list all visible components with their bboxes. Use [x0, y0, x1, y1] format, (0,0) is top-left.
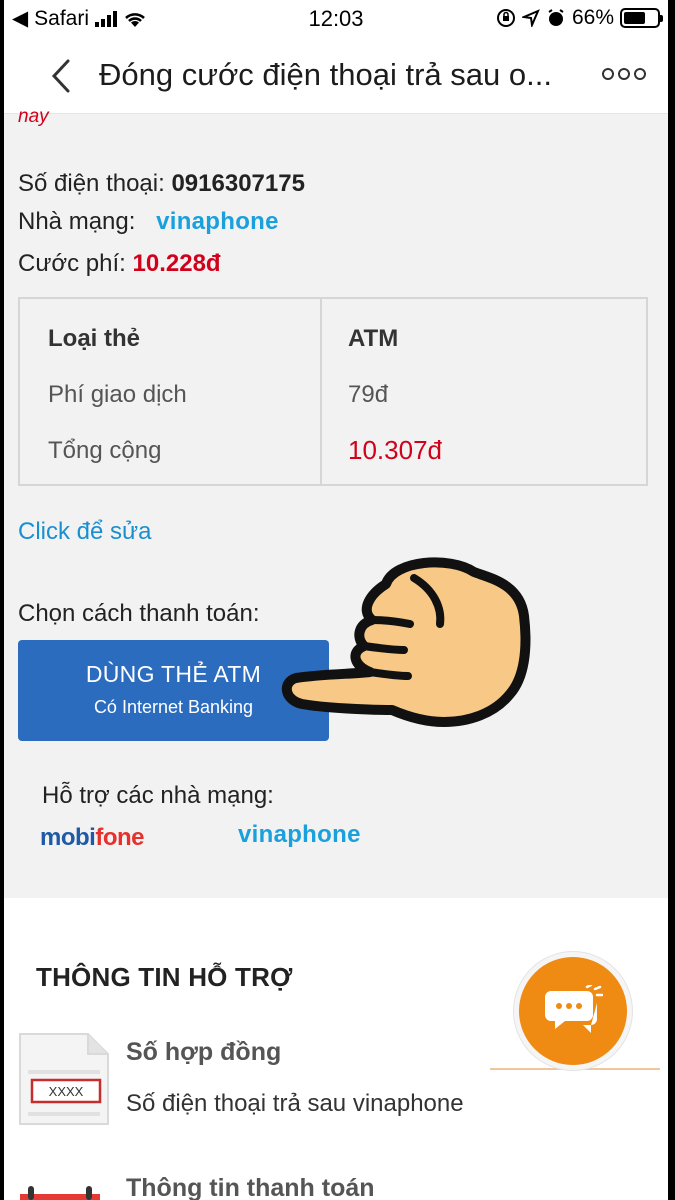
fee-line: Cước phí: 10.228đ — [18, 250, 221, 278]
svg-text:XXXX: XXXX — [49, 1084, 84, 1099]
header-card-type: Loại thẻ — [48, 325, 141, 352]
chat-bubbles-icon — [545, 985, 603, 1033]
chat-button[interactable] — [514, 952, 632, 1070]
carrier-value: vinaphone — [156, 208, 279, 235]
row-total-value: 10.307đ — [348, 435, 442, 465]
payment-info-title: Thông tin thanh toán — [126, 1174, 375, 1200]
row-fee-label: Phí giao dịch — [48, 381, 187, 408]
nav-bar: Đóng cước điện thoại trả sau o... — [4, 40, 668, 114]
more-dots-icon[interactable] — [602, 68, 646, 80]
row-total-label: Tổng cộng — [48, 437, 162, 464]
fee-value: 10.228đ — [132, 250, 221, 277]
phone-value: 0916307175 — [171, 170, 305, 197]
phone-line: Số điện thoại: 0916307175 — [18, 170, 305, 198]
contract-number-desc: Số điện thoại trả sau vinaphone — [126, 1090, 464, 1117]
back-chevron-icon[interactable] — [42, 56, 82, 96]
location-icon — [521, 9, 540, 27]
supported-carriers-label: Hỗ trợ các nhà mạng: — [42, 782, 274, 809]
calendar-icon — [20, 1186, 100, 1200]
vinaphone-logo: vinaphone — [238, 821, 361, 848]
fee-label: Cước phí: — [18, 250, 126, 277]
header-atm: ATM — [348, 325, 399, 352]
bill-content: nay Số điện thoại: 0916307175 Nhà mạng: … — [4, 106, 668, 898]
support-info-title: THÔNG TIN HỖ TRỢ — [36, 962, 293, 992]
battery-percent: 66% — [571, 6, 614, 29]
status-bar: ◀ Safari 12:03 66% — [4, 0, 668, 40]
edit-link[interactable]: Click để sửa — [18, 518, 151, 546]
row-fee-value: 79đ — [348, 381, 389, 408]
pointing-hand-icon — [282, 557, 531, 727]
status-right: 66% — [496, 6, 663, 30]
document-icon: XXXX — [19, 1033, 109, 1125]
table-divider — [320, 299, 322, 484]
contract-number-title: Số hợp đồng — [126, 1038, 282, 1066]
mobifone-logo: mobifone — [40, 824, 144, 851]
orientation-lock-icon — [496, 9, 515, 27]
cut-off-text: nay — [18, 106, 49, 127]
carrier-label: Nhà mạng: — [18, 208, 136, 235]
battery-icon — [620, 8, 663, 28]
fee-table: Loại thẻ ATM Phí giao dịch 79đ Tổng cộng… — [18, 297, 648, 486]
carrier-line: Nhà mạng: vinaphone — [18, 208, 279, 236]
payment-method-label: Chọn cách thanh toán: — [18, 600, 260, 627]
app-frame: ◀ Safari 12:03 66% Đóng cước điện thoại … — [4, 0, 668, 1200]
alarm-icon — [548, 9, 564, 26]
page-title: Đóng cước điện thoại trả sau o... — [99, 57, 552, 92]
phone-label: Số điện thoại: — [18, 170, 165, 197]
